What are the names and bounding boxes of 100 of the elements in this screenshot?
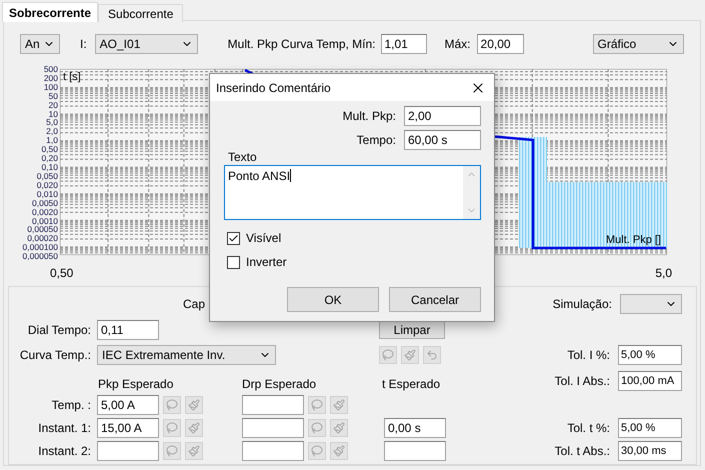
lasso-button[interactable] bbox=[163, 419, 181, 438]
axis-tick-label: 5,0 bbox=[655, 266, 672, 282]
mult-min-label: Mult. Pkp Curva Temp, Mín: bbox=[228, 37, 376, 52]
tolerance-field[interactable]: 30,00 ms bbox=[618, 441, 682, 462]
dropout-field[interactable] bbox=[242, 418, 304, 438]
curve-label: Curva Temp.: bbox=[18, 348, 91, 362]
tolerance-field[interactable]: 5,00 % bbox=[618, 344, 682, 365]
row-label: Instant. 2: bbox=[37, 444, 91, 458]
axis-tick-label: 0,00020 bbox=[27, 234, 58, 243]
axis-tick-label: 100 bbox=[44, 82, 58, 92]
axis-tick-label: 0,050 bbox=[36, 172, 58, 180]
section-label: Cap bbox=[183, 296, 206, 311]
tolerance-field[interactable]: 100,00 mA bbox=[618, 370, 682, 391]
axis-tick-label: 200 bbox=[44, 74, 58, 82]
brush-button[interactable] bbox=[330, 419, 348, 438]
brush-icon bbox=[188, 422, 200, 434]
lasso-button[interactable] bbox=[308, 419, 326, 438]
text-label: Texto bbox=[228, 150, 258, 164]
axis-title: Mult. Pkp [] bbox=[606, 234, 661, 246]
lasso-icon bbox=[311, 445, 323, 458]
dropout-field[interactable] bbox=[242, 441, 304, 462]
lasso-button[interactable] bbox=[308, 442, 326, 460]
dial-field[interactable]: 0,11 bbox=[97, 320, 159, 340]
axis-tick-label: 0,000050 bbox=[22, 252, 58, 261]
field-label: Mult. Pkp: bbox=[342, 109, 396, 123]
ok-button[interactable]: OK bbox=[287, 287, 379, 312]
current-label: I: bbox=[80, 37, 87, 52]
lasso-button[interactable] bbox=[379, 346, 397, 364]
brush-icon bbox=[188, 445, 200, 458]
view-dropdown[interactable]: Gráfico bbox=[592, 34, 684, 54]
lasso-button[interactable] bbox=[163, 442, 181, 460]
input-field[interactable]: 60,00 s bbox=[404, 130, 481, 150]
axis-title: t [s] bbox=[63, 70, 81, 83]
mult-min-field[interactable]: 1,01 bbox=[380, 34, 426, 54]
brush-icon bbox=[333, 422, 345, 434]
row-label: Instant. 1: bbox=[37, 421, 91, 436]
dropout-field[interactable] bbox=[242, 395, 304, 416]
brush-button[interactable] bbox=[401, 346, 419, 364]
tolerance-label: Tol. I Abs.: bbox=[554, 374, 610, 388]
axis-tick-label: 10 bbox=[48, 110, 58, 118]
tab[interactable]: Subcorrente bbox=[98, 4, 184, 22]
undo-button[interactable] bbox=[423, 346, 441, 364]
pickup-field[interactable] bbox=[97, 441, 159, 462]
axis-tick-label: 0,20 bbox=[41, 154, 58, 163]
comment-text-area[interactable]: Ponto ANSI bbox=[224, 165, 481, 220]
brush-icon bbox=[404, 348, 416, 361]
tolerance-label: Tol. t Abs.: bbox=[554, 444, 610, 458]
pickup-field[interactable]: 15,00 A bbox=[97, 418, 159, 438]
field-label: Tempo: bbox=[356, 133, 396, 147]
axis-tick-label: 0,010 bbox=[36, 190, 58, 198]
axis-tick-label: 0,000100 bbox=[22, 243, 58, 252]
undo-icon bbox=[426, 348, 438, 361]
tolerance-field[interactable]: 5,00 % bbox=[618, 418, 682, 438]
curve-dropdown[interactable]: IEC Extremamente Inv. bbox=[97, 344, 276, 365]
lasso-icon bbox=[166, 445, 178, 458]
mult-max-field[interactable]: 20,00 bbox=[476, 34, 524, 54]
tab[interactable]: Sobrecorrente bbox=[2, 2, 98, 22]
dial-label: Dial Tempo: bbox=[26, 322, 91, 337]
checkbox-label: Visível bbox=[246, 231, 282, 245]
checkbox[interactable] bbox=[227, 232, 240, 244]
brush-icon bbox=[333, 399, 345, 412]
axis-tick-label: 0,10 bbox=[41, 163, 58, 172]
cancel-button[interactable]: Cancelar bbox=[389, 287, 481, 312]
simulation-label: Simulação: bbox=[552, 296, 612, 311]
input-field[interactable]: 2,00 bbox=[404, 106, 481, 126]
column-header: Pkp Esperado bbox=[98, 376, 174, 391]
brush-icon bbox=[333, 445, 345, 458]
time-field[interactable] bbox=[384, 441, 446, 462]
axis-tick-label: 5,0 bbox=[46, 118, 58, 127]
axis-tick-label: 0,0020 bbox=[32, 208, 58, 216]
column-header: Drp Esperado bbox=[242, 376, 318, 391]
time-field[interactable]: 0,00 s bbox=[384, 418, 446, 438]
brush-button[interactable] bbox=[185, 442, 203, 460]
checkbox[interactable] bbox=[227, 256, 240, 268]
axis-tick-label: 0,00050 bbox=[27, 225, 58, 234]
brush-button[interactable] bbox=[185, 419, 203, 438]
brush-button[interactable] bbox=[185, 396, 203, 414]
axis-tick-label: 0,0050 bbox=[32, 198, 58, 208]
current-dropdown[interactable]: AO_I01 bbox=[94, 34, 198, 54]
axis-tick-label: 0,0010 bbox=[32, 216, 58, 226]
checkbox-label: Inverter bbox=[246, 255, 287, 269]
column-header: t Esperado bbox=[382, 376, 440, 391]
lasso-icon bbox=[166, 422, 178, 434]
brush-button[interactable] bbox=[330, 396, 348, 414]
brush-icon bbox=[188, 399, 200, 412]
tolerance-label: Tol. t %: bbox=[567, 421, 610, 436]
max-label: Máx: bbox=[444, 37, 471, 52]
simulation-dropdown[interactable] bbox=[620, 294, 682, 314]
brush-button[interactable] bbox=[330, 442, 348, 460]
lasso-icon bbox=[382, 348, 394, 361]
axis-tick-label: 2,0 bbox=[46, 127, 58, 136]
axis-tick-label: 0,50 bbox=[41, 145, 58, 154]
axis-tick-label: 0,50 bbox=[50, 266, 74, 282]
axis-tick-label: 500 bbox=[44, 64, 58, 74]
dialog-title: Inserindo Comentário bbox=[216, 80, 331, 94]
phase-dropdown[interactable]: An bbox=[20, 34, 60, 54]
axis-tick-label: 0,020 bbox=[36, 180, 58, 190]
lasso-button[interactable] bbox=[308, 396, 326, 414]
lasso-button[interactable] bbox=[163, 396, 181, 414]
pickup-field[interactable]: 5,00 A bbox=[97, 395, 159, 416]
